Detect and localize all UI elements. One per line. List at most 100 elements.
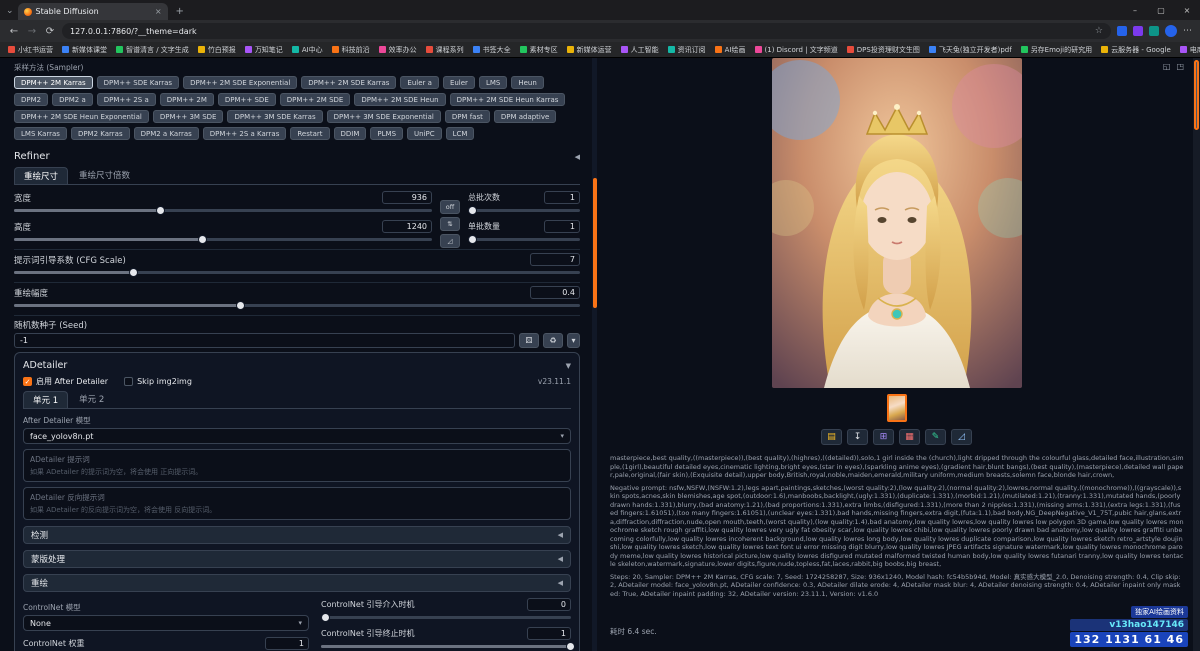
close-button[interactable]: × <box>1174 0 1200 20</box>
reuse-seed-icon[interactable]: ♻ <box>543 333 563 348</box>
bookmark-item[interactable]: 科技前沿 <box>332 45 370 55</box>
height-slider[interactable] <box>14 238 432 241</box>
denoise-input[interactable]: 0.4 <box>530 286 580 299</box>
bookmark-item[interactable]: 小红书运营 <box>8 45 53 55</box>
sampler-option[interactable]: DPM++ SDE <box>218 93 276 106</box>
sampler-option[interactable]: DPM adaptive <box>494 110 556 123</box>
sampler-option[interactable]: DPM++ 2M <box>160 93 214 106</box>
bookmark-item[interactable]: 智谱清言 / 文字生成 <box>116 45 189 55</box>
width-slider[interactable] <box>14 209 432 212</box>
bookmark-item[interactable]: 云服务器 - Google <box>1101 45 1171 55</box>
sampler-option[interactable]: Restart <box>290 127 329 140</box>
sampler-option[interactable]: Euler <box>443 76 475 89</box>
batch-count-input[interactable]: 1 <box>544 191 580 204</box>
batch-size-slider[interactable] <box>468 238 580 241</box>
send-to-inpaint-icon[interactable]: ✎ <box>925 429 946 445</box>
controlnet-weight-input[interactable]: 1 <box>265 637 309 650</box>
bookmark-star-icon[interactable]: ☆ <box>1095 26 1103 36</box>
extension-icon[interactable] <box>1117 26 1127 36</box>
swap-dimensions-icon[interactable]: ⇅ <box>440 217 460 231</box>
fullscreen-icon[interactable]: ◱ <box>1163 62 1171 71</box>
tab-close-icon[interactable]: × <box>155 7 162 16</box>
sampler-option[interactable]: DPM++ 3M SDE Exponential <box>327 110 441 123</box>
sampler-option[interactable]: DPM2 Karras <box>71 127 130 140</box>
cfg-slider[interactable] <box>14 271 580 274</box>
controlnet-end-input[interactable]: 1 <box>527 627 571 640</box>
sampler-option[interactable]: LMS Karras <box>14 127 67 140</box>
bookmark-item[interactable]: DPS投资理财文生图 <box>847 45 920 55</box>
send-to-extras-icon[interactable]: ◿ <box>951 429 972 445</box>
bookmark-item[interactable]: AI中心 <box>292 45 323 55</box>
width-input[interactable]: 936 <box>382 191 432 204</box>
sampler-option[interactable]: DPM++ 2S a <box>97 93 156 106</box>
auto-size-icon[interactable]: ◿ <box>440 234 460 248</box>
bookmark-item[interactable]: 电商运营 <box>1180 45 1200 55</box>
mask-processing-section-header[interactable]: 蒙版处理 ◀ <box>23 550 571 568</box>
bookmark-item[interactable]: 另存Emoji的研究用 <box>1021 45 1092 55</box>
collapse-icon[interactable]: ◀ <box>558 531 563 539</box>
reload-icon[interactable]: ⟳ <box>44 26 56 37</box>
window-scrollbar[interactable] <box>1193 58 1200 651</box>
seed-extra-icon[interactable]: ▾ <box>567 333 580 348</box>
collapse-icon[interactable]: ◀ <box>575 153 580 161</box>
sampler-option[interactable]: DPM++ 3M SDE Karras <box>227 110 322 123</box>
sampler-option[interactable]: PLMS <box>370 127 403 140</box>
panel-scrollbar[interactable] <box>592 58 597 651</box>
collapse-icon[interactable]: ◀ <box>558 555 563 563</box>
adetailer-prompt-textarea[interactable]: ADetailer 提示词 如果 ADetailer 的提示词为空，将会使用 正… <box>23 449 571 482</box>
sampler-option[interactable]: UniPC <box>407 127 442 140</box>
sampler-option[interactable]: DPM++ 2M SDE Exponential <box>183 76 297 89</box>
detection-section-header[interactable]: 检测 ◀ <box>23 526 571 544</box>
adjust-view-icon[interactable]: ◳ <box>1176 62 1184 71</box>
bookmark-item[interactable]: 新媒体课堂 <box>62 45 107 55</box>
address-field[interactable]: ⓘ 127.0.0.1:7860/?__theme=dark ☆ <box>62 23 1111 39</box>
enable-adetailer-checkbox[interactable]: ✓ 启用 After Detailer <box>23 376 108 387</box>
sampler-option[interactable]: DPM++ 2S a Karras <box>203 127 287 140</box>
controlnet-end-slider[interactable] <box>321 645 571 648</box>
batch-count-slider[interactable] <box>468 209 580 212</box>
browser-tab[interactable]: Stable Diffusion × <box>18 3 168 20</box>
sampler-option[interactable]: DPM++ 2M SDE Heun Exponential <box>14 110 149 123</box>
collapse-icon[interactable]: ▼ <box>566 362 571 370</box>
bookmark-item[interactable]: 资讯订阅 <box>668 45 706 55</box>
bookmark-item[interactable]: 万知笔记 <box>245 45 283 55</box>
bookmark-item[interactable]: AI绘画 <box>715 45 746 55</box>
send-to-img2img-icon[interactable]: ▦ <box>899 429 920 445</box>
adetailer-tab-unit1[interactable]: 单元 1 <box>23 391 68 408</box>
sampler-option[interactable]: DPM++ 2M SDE Karras <box>301 76 396 89</box>
collapse-icon[interactable]: ◀ <box>558 579 563 587</box>
skip-img2img-checkbox[interactable]: Skip img2img <box>124 377 192 386</box>
save-image-icon[interactable]: ↧ <box>847 429 868 445</box>
open-folder-icon[interactable]: ▤ <box>821 429 842 445</box>
tab-resize-by[interactable]: 重绘尺寸倍数 <box>70 167 139 184</box>
save-zip-icon[interactable]: ⊞ <box>873 429 894 445</box>
denoise-slider[interactable] <box>14 304 580 307</box>
bookmark-item[interactable]: 书签大全 <box>473 45 511 55</box>
adetailer-negative-textarea[interactable]: ADetailer 反向提示词 如果 ADetailer 的反向提示词为空，将会… <box>23 487 571 520</box>
sampler-option[interactable]: DDIM <box>334 127 367 140</box>
maximize-button[interactable]: ▢ <box>1148 0 1174 20</box>
bookmark-item[interactable]: 飞天兔(独立开发者)pdf <box>929 45 1012 55</box>
sampler-option[interactable]: LCM <box>446 127 475 140</box>
bookmark-item[interactable]: 效率办公 <box>379 45 417 55</box>
extension-icon[interactable] <box>1149 26 1159 36</box>
generated-image[interactable] <box>772 58 1022 388</box>
sampler-option[interactable]: Heun <box>511 76 543 89</box>
sampler-option[interactable]: Euler a <box>400 76 439 89</box>
bookmark-item[interactable]: 新媒体运营 <box>567 45 612 55</box>
sampler-option[interactable]: LMS <box>479 76 507 89</box>
bookmark-item[interactable]: 人工智能 <box>621 45 659 55</box>
controlnet-start-slider[interactable] <box>321 616 571 619</box>
adetailer-header[interactable]: ADetailer ▼ <box>23 360 571 371</box>
cfg-input[interactable]: 7 <box>530 253 580 266</box>
checkbox-checked-icon[interactable]: ✓ <box>23 377 32 386</box>
sampler-option[interactable]: DPM++ 2M Karras <box>14 76 93 89</box>
forward-icon[interactable]: → <box>26 26 38 37</box>
adetailer-tab-unit2[interactable]: 单元 2 <box>70 391 113 408</box>
new-tab-button[interactable]: + <box>176 6 184 17</box>
bookmark-item[interactable]: 素材专区 <box>520 45 558 55</box>
sampler-option[interactable]: DPM2 <box>14 93 48 106</box>
adetailer-model-dropdown[interactable]: face_yolov8n.pt ▾ <box>23 428 571 444</box>
sampler-option[interactable]: DPM++ 3M SDE <box>153 110 224 123</box>
sampler-option[interactable]: DPM fast <box>445 110 490 123</box>
